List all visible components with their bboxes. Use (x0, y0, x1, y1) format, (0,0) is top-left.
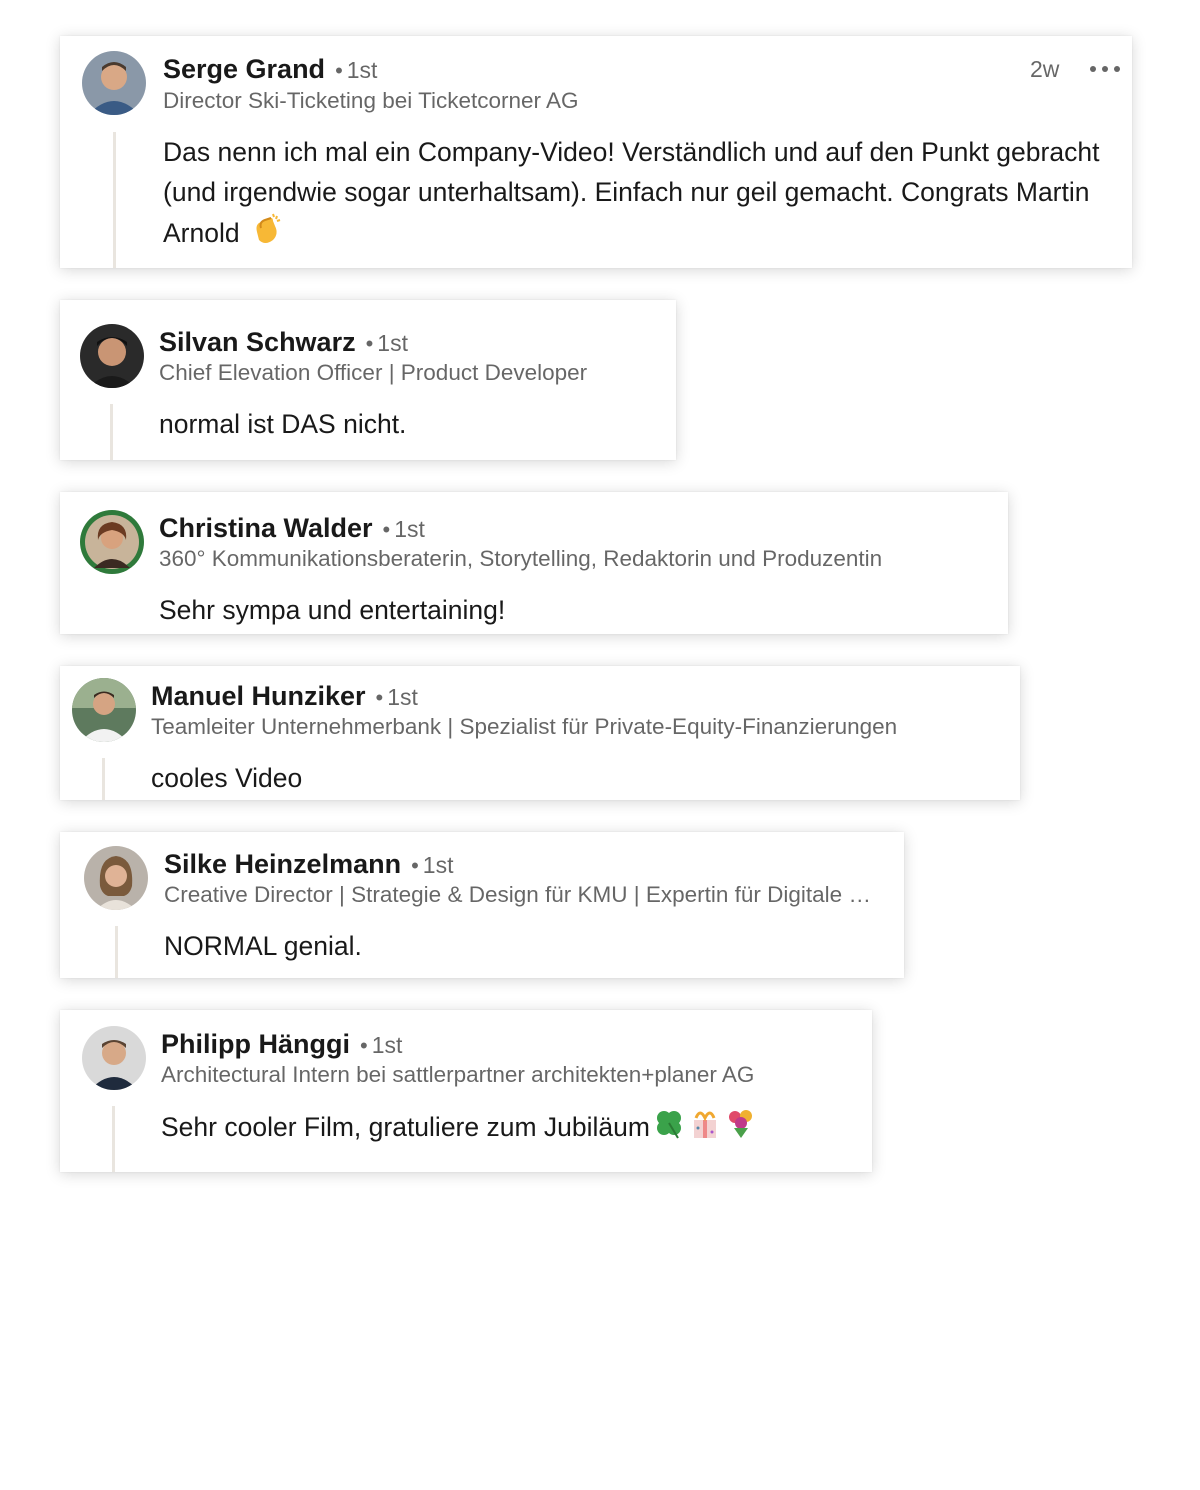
commenter-name[interactable]: Serge Grand (163, 54, 325, 84)
avatar[interactable] (82, 51, 146, 115)
comment-text: NORMAL genial. (164, 931, 362, 961)
comment-time: 2w (1030, 56, 1060, 82)
avatar[interactable] (80, 510, 144, 574)
commenter-headline: Director Ski-Ticketing bei Ticketcorner … (163, 88, 579, 113)
commenter-headline: 360° Kommunikationsberaterin, Storytelli… (159, 546, 883, 571)
bouquet-icon (724, 1106, 758, 1151)
separator-dot: • (375, 685, 384, 710)
avatar[interactable] (84, 846, 148, 910)
thread-line (112, 1106, 115, 1172)
separator-dot: • (382, 517, 391, 542)
comment-card: Serge Grand • 1st 2w Director Ski-Ticketin… (60, 36, 1132, 268)
thread-line (113, 132, 116, 268)
comment-text-body: Das nenn ich mal ein Company-Video! Vers… (163, 137, 1100, 248)
separator-dot: • (411, 853, 419, 878)
commenter-name[interactable]: Manuel Hunziker (151, 681, 366, 711)
avatar[interactable] (82, 1026, 146, 1090)
connection-degree: 1st (377, 330, 408, 356)
comment-text: Sehr cooler Film, gratuliere zum Jubiläu… (161, 1106, 861, 1151)
separator-dot: • (335, 58, 343, 83)
separator-dot: • (360, 1033, 368, 1058)
thread-line (110, 404, 113, 460)
avatar[interactable] (72, 678, 136, 742)
confetti-gift-icon (688, 1106, 722, 1151)
commenter-headline: Teamleiter Unternehmerbank | Spezialist … (151, 714, 898, 739)
comment-card: Manuel Hunziker • 1st Teamleiter Unternehm… (60, 666, 1020, 800)
comment-text: Das nenn ich mal ein Company-Video! Vers… (163, 132, 1113, 257)
comment-text-body: Sehr cooler Film, gratuliere zum Jubiläu… (161, 1112, 650, 1142)
comment-card: Christina Walder • 1st 360° Kommunikations… (60, 492, 1008, 634)
connection-degree: 1st (346, 57, 378, 83)
connection-degree: 1st (394, 516, 425, 542)
comment-text: normal ist DAS nicht. (159, 409, 407, 439)
commenter-headline: Chief Elevation Officer | Product Develo… (159, 360, 588, 385)
commenter-name[interactable]: Philipp Hänggi (161, 1029, 350, 1059)
thread-line (102, 758, 105, 800)
commenter-headline: Architectural Intern bei sattlerpartner … (161, 1062, 755, 1087)
comment-card: Silke Heinzelmann • 1st Creative Director … (60, 832, 904, 978)
four-leaf-clover-icon (652, 1106, 686, 1151)
comment-card: Philipp Hänggi • 1st Architectural Intern … (60, 1010, 872, 1172)
avatar[interactable] (80, 324, 144, 388)
more-options-button[interactable] (1090, 59, 1120, 79)
connection-degree: 1st (371, 1032, 403, 1058)
clapping-hands-icon (249, 212, 283, 257)
separator-dot: • (365, 331, 374, 356)
commenter-name[interactable]: Silvan Schwarz (159, 327, 356, 357)
thread-line (115, 926, 118, 978)
connection-degree: 1st (422, 852, 454, 878)
comment-text: Sehr sympa und entertaining! (159, 595, 506, 625)
commenter-headline: Creative Director | Strategie & Design f… (164, 882, 888, 907)
commenter-name[interactable]: Silke Heinzelmann (164, 849, 401, 879)
connection-degree: 1st (387, 684, 418, 710)
comment-card: Silvan Schwarz • 1st Chief Elevation Offic… (60, 300, 676, 460)
comment-text: cooles Video (151, 763, 303, 793)
commenter-name[interactable]: Christina Walder (159, 513, 373, 543)
